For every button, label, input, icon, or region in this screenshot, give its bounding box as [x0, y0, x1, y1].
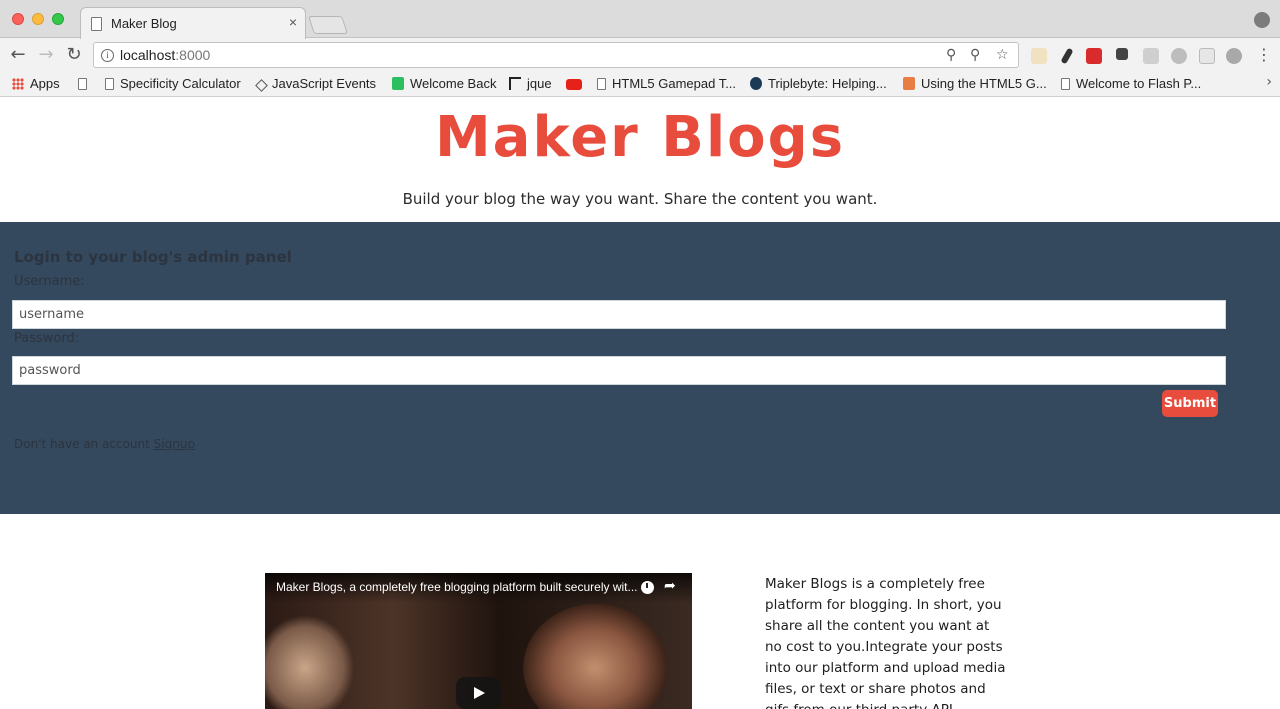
- toolbar: ← → ↻ i localhost:8000 ⚲ ⚲ ☆ ⋮: [0, 38, 1280, 72]
- bookmark-specificity[interactable]: Specificity Calculator: [105, 76, 241, 91]
- bookmark-welcome-back[interactable]: Welcome Back: [392, 76, 496, 91]
- bookmark-label: Using the HTML5 G...: [921, 76, 1047, 91]
- menu-icon[interactable]: ⋮: [1254, 45, 1274, 65]
- play-button[interactable]: [456, 677, 501, 709]
- close-window-button[interactable]: [12, 13, 24, 25]
- bookmark-apps[interactable]: Apps: [12, 76, 60, 91]
- bookmark-label: HTML5 Gamepad T...: [612, 76, 737, 91]
- pen-icon[interactable]: [1060, 47, 1074, 65]
- page-icon: [1061, 78, 1070, 90]
- username-label: Username:: [14, 274, 85, 289]
- browser-chrome: Maker Blog × ← → ↻ i localhost:8000 ⚲ ⚲ …: [0, 0, 1280, 97]
- maximize-window-button[interactable]: [52, 13, 64, 25]
- profile-icon[interactable]: [1254, 12, 1270, 28]
- info-icon[interactable]: i: [101, 49, 114, 62]
- tab-strip: Maker Blog ×: [0, 0, 1280, 39]
- site-title: Maker Blogs: [434, 105, 846, 170]
- bookmark-html5[interactable]: Using the HTML5 G...: [903, 76, 1047, 91]
- bookmark-blank[interactable]: [78, 76, 93, 91]
- cors-icon[interactable]: [1086, 48, 1102, 64]
- bookmark-label: Apps: [30, 76, 60, 91]
- jquery-icon: [509, 77, 521, 90]
- adblock-icon[interactable]: [1226, 48, 1242, 64]
- triplebyte-icon: [750, 77, 762, 90]
- page-icon: [597, 78, 606, 90]
- key-icon[interactable]: ⚲: [946, 47, 956, 63]
- submit-button[interactable]: Submit: [1162, 390, 1218, 417]
- bookmark-flash[interactable]: Welcome to Flash P...: [1061, 76, 1201, 91]
- apps-grid-icon: [12, 78, 24, 90]
- bookmark-js-events[interactable]: JavaScript Events: [255, 76, 377, 92]
- evernote-icon: [392, 77, 404, 90]
- tab-close-button[interactable]: ×: [289, 14, 297, 30]
- bookmark-label: JavaScript Events: [272, 76, 377, 91]
- back-button[interactable]: ←: [8, 45, 28, 65]
- signup-link[interactable]: Signup: [154, 437, 195, 451]
- bookmark-youtube[interactable]: [566, 76, 588, 91]
- bookmark-label: Welcome to Flash P...: [1076, 76, 1202, 91]
- password-label: Password:: [14, 331, 80, 346]
- bookmarks-bar: Apps Specificity Calculator JavaScript E…: [0, 72, 1280, 97]
- signup-prompt-text: Don't have an account: [14, 437, 150, 451]
- watch-later-icon[interactable]: [641, 581, 654, 594]
- forward-button[interactable]: →: [36, 45, 56, 65]
- extension-icon[interactable]: [1031, 48, 1047, 64]
- zoom-icon[interactable]: ⚲: [970, 47, 980, 63]
- password-input[interactable]: [12, 356, 1226, 385]
- bookmark-label: jque: [527, 76, 552, 91]
- video-title-bar: Maker Blogs, a completely free blogging …: [265, 573, 692, 603]
- reload-button[interactable]: ↻: [64, 45, 84, 65]
- page-icon: [91, 17, 102, 31]
- bookmark-triplebyte[interactable]: Triplebyte: Helping...: [750, 76, 887, 91]
- address-bar[interactable]: i localhost:8000 ⚲ ⚲ ☆: [93, 42, 1019, 68]
- bookmark-jque[interactable]: jque: [509, 76, 552, 91]
- url-port: :8000: [175, 47, 211, 63]
- extension-icon[interactable]: [1143, 48, 1159, 64]
- bookmark-gamepad[interactable]: HTML5 Gamepad T...: [597, 76, 736, 91]
- star-icon[interactable]: ☆: [996, 47, 1009, 63]
- login-heading: Login to your blog's admin panel: [14, 248, 292, 266]
- bookmark-label: Specificity Calculator: [120, 76, 241, 91]
- url-host: localhost: [120, 47, 176, 63]
- page-icon: [78, 78, 87, 90]
- tab-title: Maker Blog: [111, 16, 177, 31]
- site-tagline: Build your blog the way you want. Share …: [402, 190, 878, 208]
- about-description: Maker Blogs is a completely free platfor…: [765, 576, 1006, 709]
- page-content: Maker Blogs Build your blog the way you …: [0, 97, 1280, 709]
- username-input[interactable]: [12, 300, 1226, 329]
- bookmark-label: Welcome Back: [410, 76, 497, 91]
- new-tab-button[interactable]: [308, 16, 348, 34]
- diamond-icon: [255, 79, 268, 92]
- signup-prompt: Don't have an account Signup: [14, 437, 195, 451]
- extension-icon[interactable]: [1171, 48, 1187, 64]
- extension-icon[interactable]: [1116, 48, 1128, 60]
- extension-icon[interactable]: [1199, 48, 1215, 64]
- minimize-window-button[interactable]: [32, 13, 44, 25]
- youtube-icon: [566, 79, 582, 90]
- bookmark-label: Triplebyte: Helping...: [768, 76, 887, 91]
- tab-maker-blog[interactable]: Maker Blog ×: [80, 7, 306, 39]
- share-icon[interactable]: ➦: [664, 578, 676, 594]
- plus-icon: [903, 77, 915, 90]
- video-title[interactable]: Maker Blogs, a completely free blogging …: [276, 580, 641, 594]
- login-panel: Login to your blog's admin panel Usernam…: [0, 222, 1280, 514]
- bookmarks-overflow-icon[interactable]: ›: [1266, 74, 1272, 90]
- page-icon: [105, 78, 114, 90]
- url-text[interactable]: localhost:8000: [120, 47, 210, 63]
- video-player[interactable]: Maker Blogs, a completely free blogging …: [265, 573, 692, 709]
